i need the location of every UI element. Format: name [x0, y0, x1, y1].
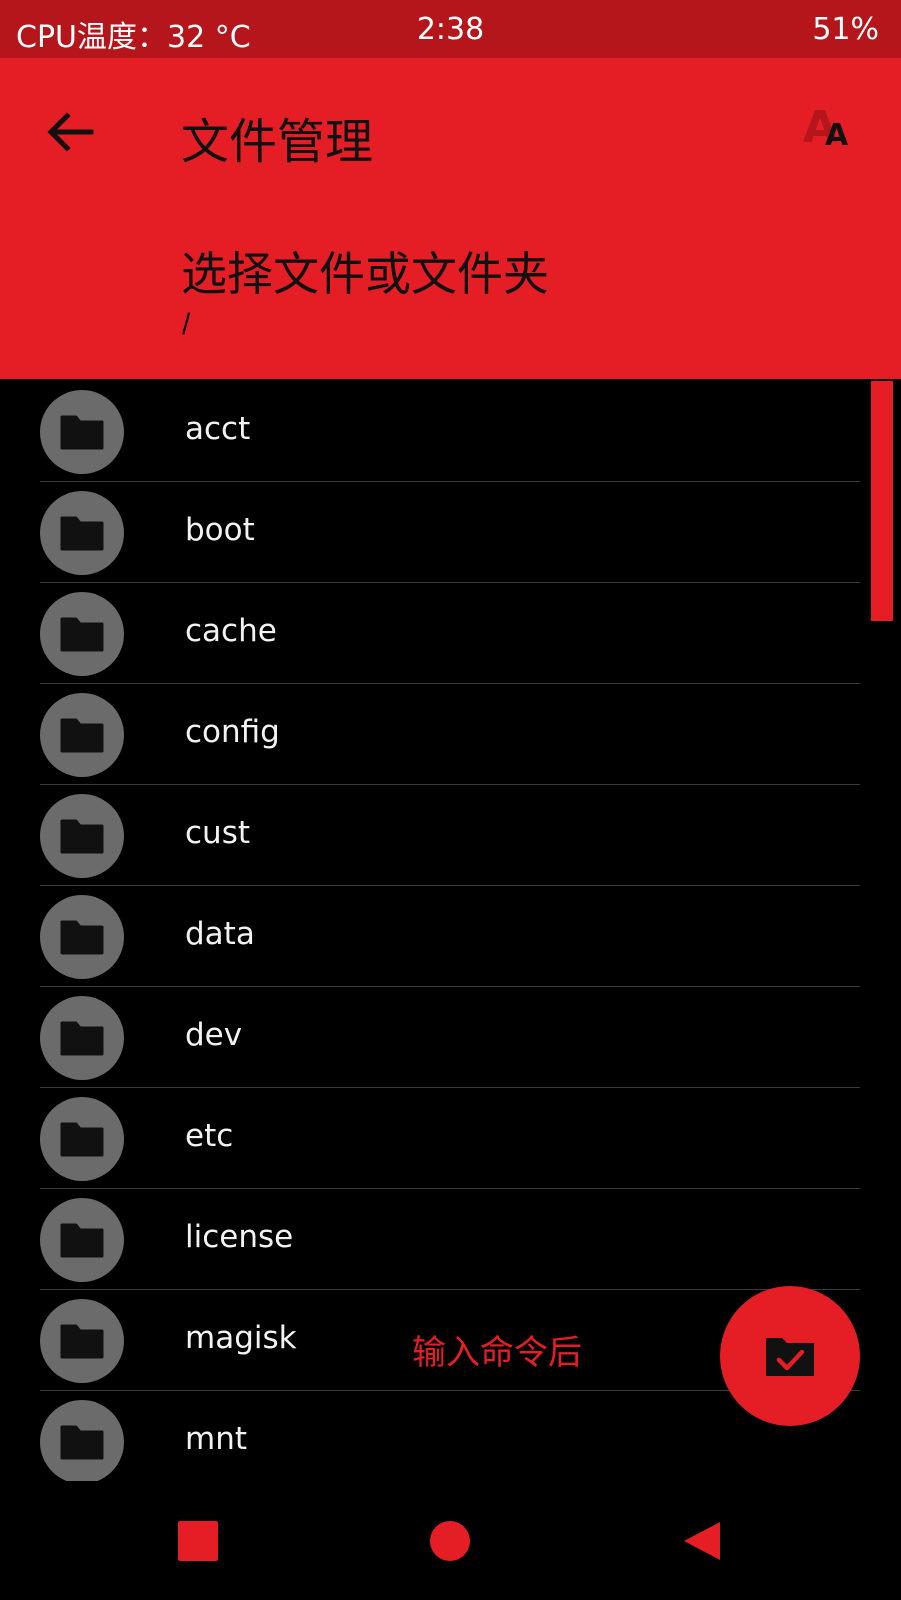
- list-item[interactable]: cust: [0, 785, 860, 886]
- folder-icon: [60, 1021, 104, 1056]
- triangle-back-icon: [684, 1522, 720, 1560]
- battery-level: 51%: [812, 12, 879, 47]
- folder-avatar: [40, 794, 124, 878]
- folder-avatar: [40, 592, 124, 676]
- list-item[interactable]: etc: [0, 1088, 860, 1189]
- folder-icon: [60, 920, 104, 955]
- folder-icon: [60, 415, 104, 450]
- folder-avatar: [40, 1097, 124, 1181]
- circle-icon: [430, 1521, 470, 1561]
- list-item[interactable]: config: [0, 684, 860, 785]
- folder-avatar: [40, 1299, 124, 1383]
- file-name: license: [185, 1219, 294, 1255]
- file-name: dev: [185, 1017, 243, 1053]
- font-size-button[interactable]: AA: [797, 102, 857, 162]
- folder-avatar: [40, 1400, 124, 1481]
- file-name: data: [185, 916, 255, 952]
- folder-icon: [60, 1122, 104, 1157]
- file-name: config: [185, 714, 280, 750]
- list-item[interactable]: data: [0, 886, 860, 987]
- navigation-bar: [0, 1481, 901, 1600]
- app-bar: 文件管理 AA 选择文件或文件夹 /: [0, 58, 901, 379]
- list-item[interactable]: cache: [0, 583, 860, 684]
- list-item[interactable]: license: [0, 1189, 860, 1290]
- folder-check-icon: [766, 1338, 814, 1376]
- scrollbar-thumb[interactable]: [871, 381, 893, 621]
- folder-icon: [60, 1223, 104, 1258]
- folder-icon: [60, 718, 104, 753]
- page-subtitle: 选择文件或文件夹: [181, 247, 549, 301]
- page-title: 文件管理: [181, 114, 374, 170]
- folder-avatar: [40, 693, 124, 777]
- file-name: cust: [185, 815, 250, 851]
- list-item[interactable]: dev: [0, 987, 860, 1088]
- folder-avatar: [40, 895, 124, 979]
- file-name: mnt: [185, 1421, 247, 1457]
- nav-back-button[interactable]: [662, 1501, 742, 1581]
- folder-avatar: [40, 491, 124, 575]
- folder-avatar: [40, 1198, 124, 1282]
- back-button[interactable]: [36, 98, 104, 166]
- file-name: cache: [185, 613, 277, 649]
- folder-icon: [60, 516, 104, 551]
- select-folder-fab[interactable]: [720, 1286, 860, 1426]
- overlay-note: 输入命令后: [412, 1333, 582, 1373]
- arrow-left-icon: [47, 112, 94, 152]
- list-item[interactable]: mnt: [0, 1391, 860, 1481]
- clock: 2:38: [416, 12, 485, 47]
- square-icon: [178, 1521, 218, 1561]
- current-path: /: [182, 308, 191, 341]
- recents-button[interactable]: [158, 1501, 238, 1581]
- list-item[interactable]: acct: [0, 381, 860, 482]
- folder-avatar: [40, 390, 124, 474]
- folder-icon: [60, 819, 104, 854]
- home-button[interactable]: [410, 1501, 490, 1581]
- file-name: etc: [185, 1118, 234, 1154]
- folder-icon: [60, 617, 104, 652]
- file-name: boot: [185, 512, 255, 548]
- folder-icon: [60, 1425, 104, 1460]
- file-name: acct: [185, 411, 251, 447]
- list-item[interactable]: boot: [0, 482, 860, 583]
- status-bar: CPU温度：32 °C 2:38 51%: [0, 0, 901, 58]
- file-name: magisk: [185, 1320, 297, 1356]
- folder-avatar: [40, 996, 124, 1080]
- folder-icon: [60, 1324, 104, 1359]
